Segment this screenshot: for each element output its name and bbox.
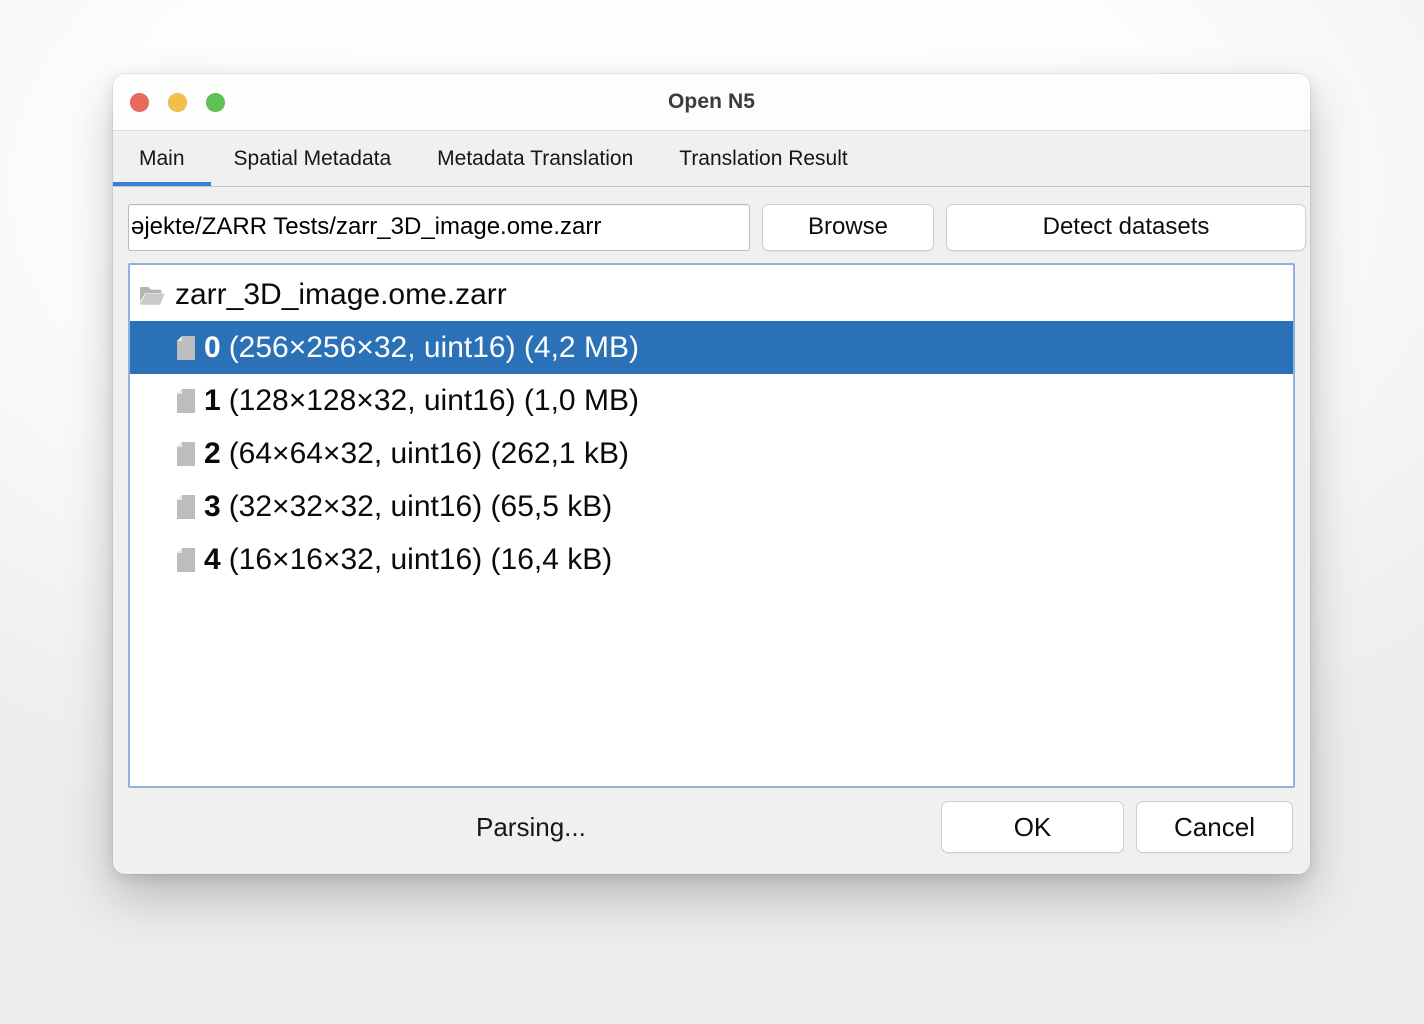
dataset-key: 1 [204, 383, 221, 417]
tree-row-dataset-2[interactable]: 2 (64×64×32, uint16) (262,1 kB) [130, 427, 1293, 480]
dataset-info: (256×256×32, uint16) (4,2 MB) [228, 330, 639, 364]
dataset-info: (64×64×32, uint16) (262,1 kB) [228, 436, 629, 470]
dataset-tree-panel[interactable]: zarr_3D_image.ome.zarr 0 (256×256×32, ui… [128, 263, 1295, 788]
dataset-key: 2 [204, 436, 221, 470]
ok-button[interactable]: OK [941, 801, 1124, 853]
tab-bar: Main Spatial Metadata Metadata Translati… [113, 131, 1310, 187]
footer-buttons: OK Cancel [941, 801, 1293, 853]
window-titlebar: Open N5 [113, 74, 1310, 131]
zoom-window-button[interactable] [206, 92, 225, 112]
dialog-footer: Parsing... OK Cancel [113, 788, 1310, 874]
cancel-button[interactable]: Cancel [1136, 801, 1293, 853]
minimize-window-button[interactable] [168, 92, 187, 112]
folder-open-icon [139, 284, 166, 306]
dataset-key: 4 [204, 542, 221, 576]
tab-metadata-translation[interactable]: Metadata Translation [414, 131, 656, 186]
window-title: Open N5 [667, 90, 756, 113]
dataset-info: (16×16×32, uint16) (16,4 kB) [228, 542, 613, 576]
tree-row-dataset-4[interactable]: 4 (16×16×32, uint16) (16,4 kB) [130, 533, 1293, 586]
tree-root-label: zarr_3D_image.ome.zarr [175, 277, 507, 311]
tree-row-dataset-1[interactable]: 1 (128×128×32, uint16) (1,0 MB) [130, 374, 1293, 427]
file-icon [177, 388, 195, 413]
main-panel: Browse Detect datasets zarr_3D_image.ome… [113, 187, 1310, 788]
dataset-info: (32×32×32, uint16) (65,5 kB) [228, 489, 613, 523]
file-icon [177, 335, 195, 360]
tab-spatial-metadata[interactable]: Spatial Metadata [211, 131, 415, 186]
traffic-lights [130, 74, 225, 130]
file-icon [177, 547, 195, 572]
dataset-info: (128×128×32, uint16) (1,0 MB) [228, 383, 639, 417]
dataset-key: 0 [204, 330, 221, 364]
close-window-button[interactable] [130, 92, 149, 112]
tree-row-dataset-3[interactable]: 3 (32×32×32, uint16) (65,5 kB) [130, 480, 1293, 533]
tree-row-dataset-0[interactable]: 0 (256×256×32, uint16) (4,2 MB) [130, 321, 1293, 374]
detect-datasets-button[interactable]: Detect datasets [946, 203, 1306, 251]
tab-main[interactable]: Main [113, 131, 211, 186]
dataset-key: 3 [204, 489, 221, 523]
file-icon [177, 441, 195, 466]
browse-button[interactable]: Browse [762, 203, 934, 251]
file-icon [177, 494, 195, 519]
path-row: Browse Detect datasets [128, 203, 1306, 251]
n5-path-input[interactable] [128, 203, 750, 251]
status-message: Parsing... [476, 811, 586, 842]
tab-translation-result[interactable]: Translation Result [656, 131, 870, 186]
open-n5-dialog: Open N5 Main Spatial Metadata Metadata T… [113, 74, 1310, 874]
tree-row-root[interactable]: zarr_3D_image.ome.zarr [130, 268, 1293, 321]
